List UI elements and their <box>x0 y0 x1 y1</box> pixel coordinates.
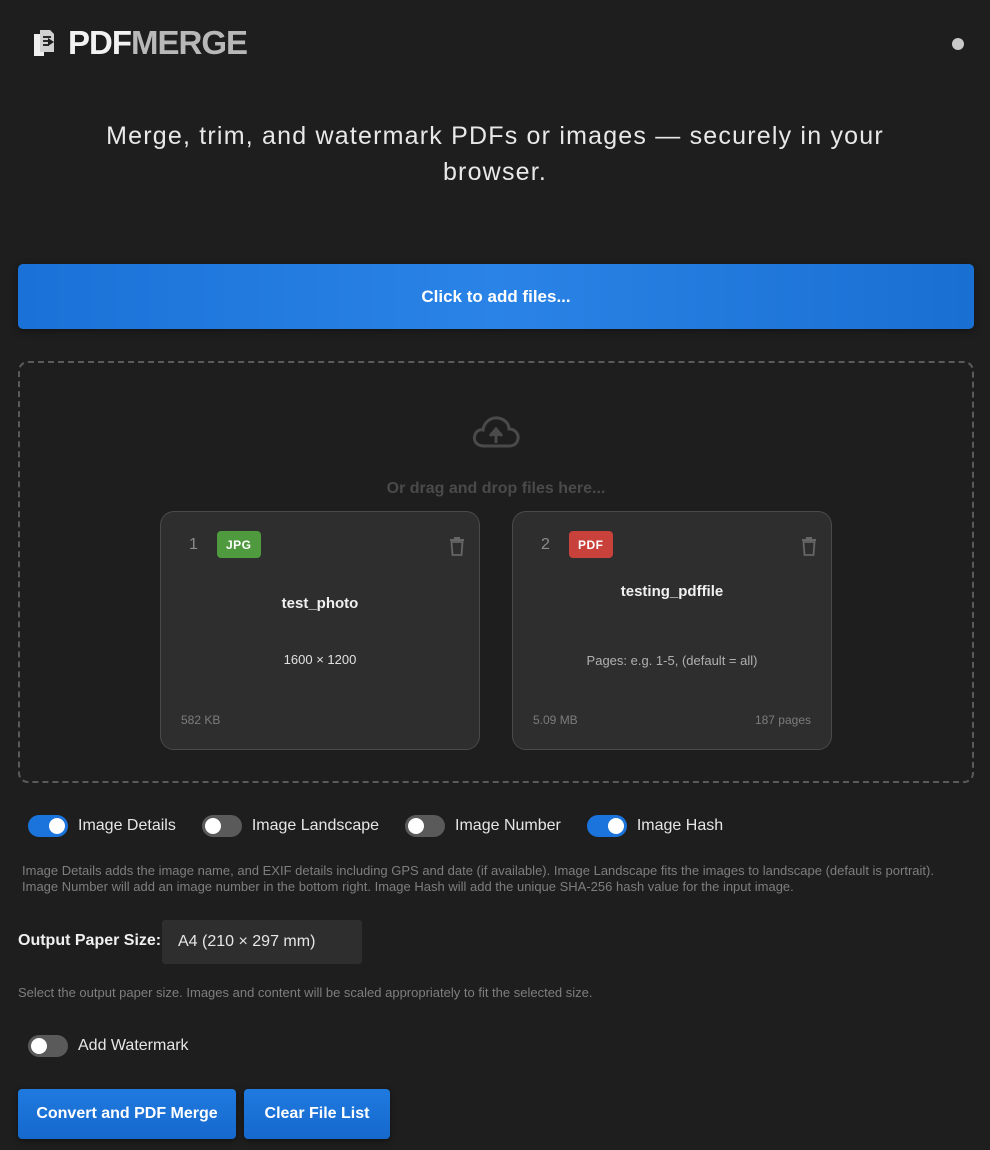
add-files-button[interactable]: Click to add files... <box>18 264 974 329</box>
file-name: testing_pdffile <box>620 583 724 600</box>
app-logo-text: PDFMERGE <box>68 24 248 61</box>
image-number-toggle[interactable] <box>405 815 446 837</box>
trash-icon[interactable] <box>801 537 817 556</box>
status-dot-icon <box>952 38 964 50</box>
option-label: Image Hash <box>636 817 724 834</box>
option-image-landscape[interactable]: Image Landscape <box>201 815 380 837</box>
file-type-badge: JPG <box>217 531 261 558</box>
option-image-details[interactable]: Image Details <box>28 815 176 837</box>
file-dropzone[interactable]: Or drag and drop files here... 1 JPG tes… <box>18 361 974 783</box>
file-number: 2 <box>541 536 550 553</box>
file-type-badge: PDF <box>569 531 613 558</box>
option-add-watermark[interactable]: Add Watermark <box>28 1035 189 1057</box>
paper-size-help: Select the output paper size. Images and… <box>18 985 593 1000</box>
trash-icon[interactable] <box>449 537 465 556</box>
header: PDFMERGE <box>0 0 990 86</box>
paper-size-select[interactable]: A4 (210 × 297 mm) <box>162 920 362 964</box>
image-dimensions: 1600 × 1200 <box>283 652 357 667</box>
option-image-number[interactable]: Image Number <box>405 815 561 837</box>
watermark-label: Add Watermark <box>78 1037 189 1054</box>
image-hash-toggle[interactable] <box>586 815 627 837</box>
options-help-text: Image Details adds the image name, and E… <box>22 863 934 894</box>
image-details-toggle[interactable] <box>28 815 68 837</box>
tagline: Merge, trim, and watermark PDFs or image… <box>106 122 884 186</box>
file-size: 582 KB <box>181 713 221 727</box>
cloud-upload-icon <box>472 416 520 448</box>
convert-merge-button[interactable]: Convert and PDF Merge <box>18 1089 236 1139</box>
app-logo[interactable]: PDFMERGE <box>30 24 248 61</box>
document-stack-icon <box>34 30 54 56</box>
clear-file-list-button[interactable]: Clear File List <box>244 1089 390 1139</box>
file-card[interactable]: 1 JPG test_photo 1600 × 1200 582 KB <box>160 511 480 750</box>
option-label: Image Details <box>78 817 176 834</box>
watermark-toggle[interactable] <box>28 1035 68 1057</box>
option-label: Image Landscape <box>251 817 380 834</box>
image-options: Image Details Image Landscape Image Numb… <box>28 815 749 837</box>
file-number: 1 <box>189 536 198 553</box>
image-landscape-toggle[interactable] <box>201 815 242 837</box>
page-count: 187 pages <box>754 713 811 727</box>
page-range-input[interactable]: Pages: e.g. 1-5, (default = all) <box>513 653 831 668</box>
option-label: Image Number <box>455 817 561 834</box>
file-name: test_photo <box>281 595 359 612</box>
paper-size-label: Output Paper Size: <box>18 932 162 949</box>
option-image-hash[interactable]: Image Hash <box>586 815 724 837</box>
file-card[interactable]: 2 PDF testing_pdffile Pages: e.g. 1-5, (… <box>512 511 832 750</box>
dropzone-text: Or drag and drop files here... <box>386 480 606 497</box>
file-size: 5.09 MB <box>533 713 578 727</box>
